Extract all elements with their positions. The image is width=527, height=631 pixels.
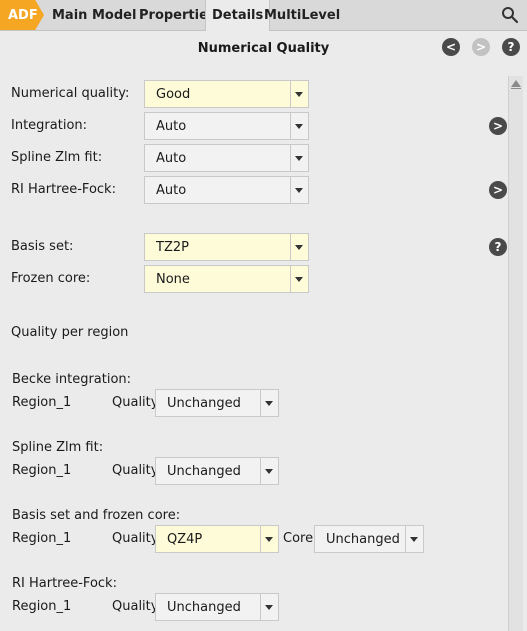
spline-region-label: Region_1 <box>12 463 72 478</box>
basis-set-select[interactable]: TZ2P <box>144 233 309 261</box>
spline-zlm-value: Auto <box>156 151 187 166</box>
basis-core-label: Core: <box>283 531 318 546</box>
tab-details[interactable]: Details <box>205 0 271 31</box>
rihf-region-heading: RI Hartree-Fock: <box>12 576 117 591</box>
chevron-down-icon[interactable] <box>290 145 308 171</box>
becke-quality-value: Unchanged <box>167 396 241 411</box>
basis-core-value: Unchanged <box>326 532 400 547</box>
becke-region-label: Region_1 <box>12 395 72 410</box>
tab-main[interactable]: Main <box>52 0 87 30</box>
integration-details-icon[interactable]: > <box>489 117 507 135</box>
rihf-quality-select[interactable]: Unchanged <box>155 593 279 621</box>
spline-zlm-select[interactable]: Auto <box>144 144 309 172</box>
basis-set-help-icon[interactable]: ? <box>489 238 507 256</box>
basis-region-label: Region_1 <box>12 531 72 546</box>
rihf-region-label: Region_1 <box>12 599 72 614</box>
basis-quality-select[interactable]: QZ4P <box>155 525 279 553</box>
basis-region-heading: Basis set and frozen core: <box>12 508 181 523</box>
chevron-down-icon[interactable] <box>260 458 278 484</box>
ri-hf-value: Auto <box>156 183 187 198</box>
numerical-quality-value: Good <box>156 87 191 102</box>
spline-zlm-label: Spline Zlm fit: <box>11 150 103 165</box>
ri-hf-label: RI Hartree-Fock: <box>11 182 116 197</box>
integration-label: Integration: <box>11 118 88 133</box>
spline-quality-select[interactable]: Unchanged <box>155 457 279 485</box>
chevron-down-icon[interactable] <box>290 234 308 260</box>
ri-hf-details-icon[interactable]: > <box>489 181 507 199</box>
scroll-up-arrow-icon[interactable] <box>511 80 521 87</box>
search-icon[interactable] <box>501 6 519 24</box>
tab-model[interactable]: Model <box>92 0 136 30</box>
becke-integration-heading: Becke integration: <box>12 372 132 387</box>
vertical-scrollbar[interactable] <box>508 76 523 631</box>
integration-value: Auto <box>156 119 187 134</box>
forward-icon: > <box>472 38 490 56</box>
quality-per-region-heading: Quality per region <box>11 325 129 340</box>
chevron-down-icon[interactable] <box>290 113 308 139</box>
frozen-core-select[interactable]: None <box>144 265 309 293</box>
chevron-down-icon[interactable] <box>260 594 278 620</box>
becke-quality-select[interactable]: Unchanged <box>155 389 279 417</box>
back-icon[interactable]: < <box>442 38 460 56</box>
scroll-top-line <box>511 88 521 89</box>
chevron-down-icon[interactable] <box>290 266 308 292</box>
rihf-quality-value: Unchanged <box>167 600 241 615</box>
tab-adf[interactable]: ADF <box>0 0 44 30</box>
chevron-down-icon[interactable] <box>290 81 308 107</box>
basis-set-value: TZ2P <box>156 240 189 255</box>
chevron-down-icon[interactable] <box>290 177 308 203</box>
chevron-down-icon[interactable] <box>260 390 278 416</box>
chevron-down-icon[interactable] <box>405 526 423 552</box>
frozen-core-value: None <box>156 272 190 287</box>
ri-hf-select[interactable]: Auto <box>144 176 309 204</box>
tab-multilevel[interactable]: MultiLevel <box>264 0 340 30</box>
numerical-quality-label: Numerical quality: <box>11 86 130 101</box>
basis-set-label: Basis set: <box>11 239 74 254</box>
spline-region-heading: Spline Zlm fit: <box>12 440 104 455</box>
integration-select[interactable]: Auto <box>144 112 309 140</box>
help-icon[interactable]: ? <box>502 38 520 56</box>
chevron-down-icon[interactable] <box>260 526 278 552</box>
numerical-quality-select[interactable]: Good <box>144 80 309 108</box>
frozen-core-label: Frozen core: <box>11 271 91 286</box>
basis-quality-value: QZ4P <box>167 532 203 547</box>
basis-core-select[interactable]: Unchanged <box>314 525 424 553</box>
spline-quality-value: Unchanged <box>167 464 241 479</box>
top-tab-bar: ADF Main Model Properties Details MultiL… <box>0 0 527 31</box>
